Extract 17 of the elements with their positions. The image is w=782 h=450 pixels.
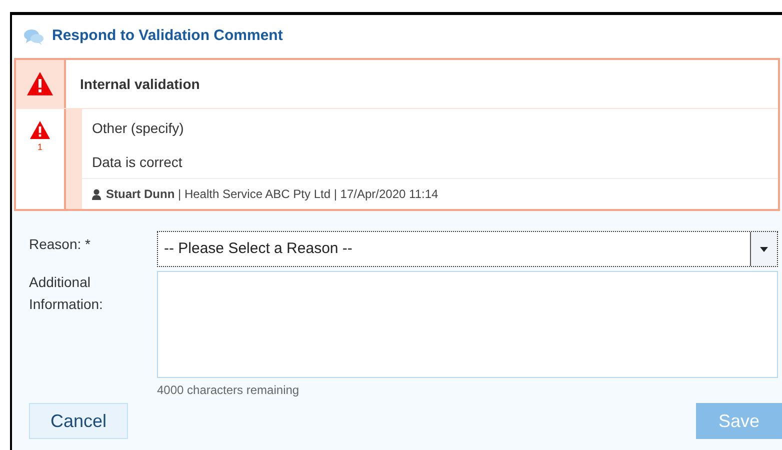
comment-author-line: Stuart Dunn | Health Service ABC Pty Ltd | 17/Apr/2020 11:14 (106, 186, 438, 203)
warning-icon (27, 72, 53, 96)
warning-count: 1 (37, 143, 42, 152)
additional-information-field[interactable] (157, 271, 778, 378)
comment-text: Data is correct (82, 147, 778, 179)
chat-bubbles-icon (24, 28, 44, 44)
validation-title: Internal validation (79, 74, 200, 94)
user-icon (92, 188, 101, 200)
comment-category: Other (specify) (91, 118, 185, 138)
caret-icon (760, 246, 768, 252)
dialog-title: Respond to Validation Comment (52, 26, 283, 46)
reason-select[interactable]: -- Please Select a Reason -- (157, 231, 778, 267)
reason-label: Reason: * (29, 235, 92, 254)
warning-icon (30, 121, 50, 139)
additional-information-label: Additional Information: (29, 273, 104, 314)
characters-remaining: 4000 characters remaining (157, 382, 300, 399)
cancel-button[interactable]: Cancel (29, 403, 128, 439)
